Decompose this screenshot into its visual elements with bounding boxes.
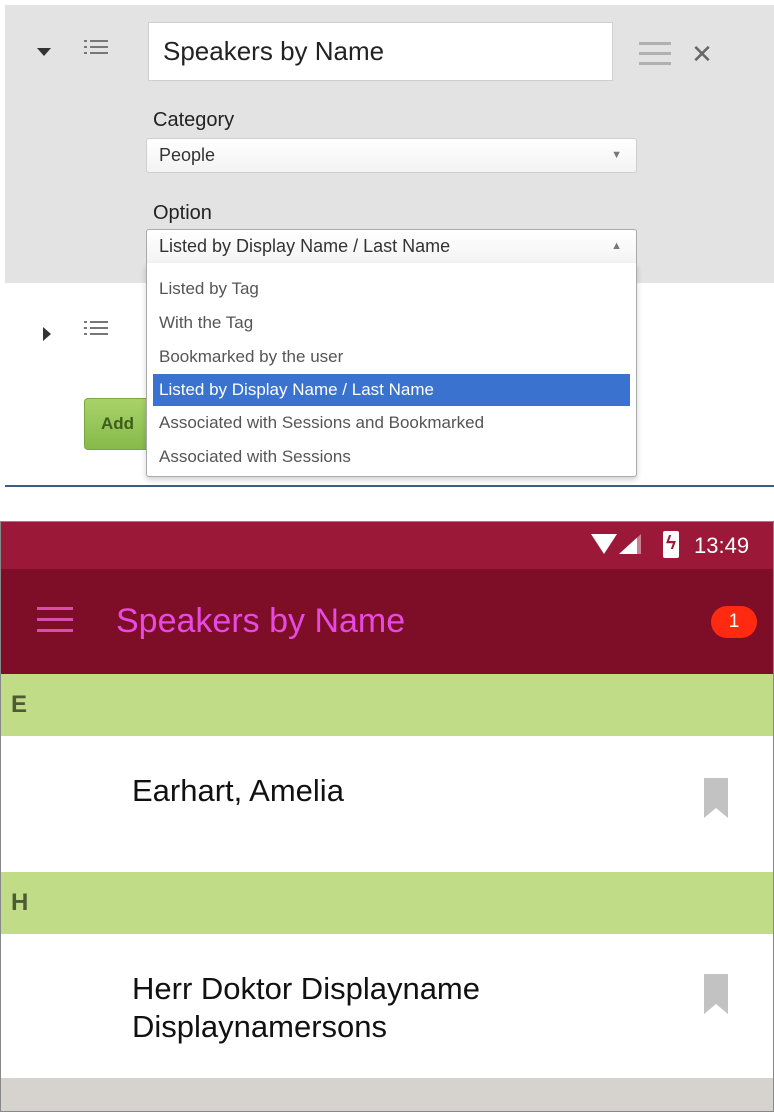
list-footer [1,1078,773,1111]
option-select-value: Listed by Display Name / Last Name [159,236,451,256]
add-button[interactable]: Add [84,398,154,450]
menu-icon[interactable] [37,607,73,633]
dropdown-option[interactable]: Associated with Sessions and Bookmarked [153,407,630,439]
section-header-h: H [1,872,773,934]
status-time: 13:49 [694,533,750,558]
wifi-icon [591,534,617,554]
dropdown-option-selected[interactable]: Listed by Display Name / Last Name [153,374,630,406]
option-label: Option [153,202,212,224]
chevron-down-icon: ▼ [611,149,622,161]
category-select[interactable]: People ▼ [146,138,637,173]
dropdown-option[interactable]: Associated with Sessions [153,441,630,473]
collapse-caret-icon[interactable] [37,48,51,56]
phone-preview: ϟ 13:49 Speakers by Name 1 E Earhart, Am… [0,521,774,1112]
widget-editor-panel: Speakers by Name ✕ Category People ▼ Opt… [5,5,774,486]
list-item[interactable]: Herr Doktor Displayname Displaynamersons [1,934,773,1078]
divider [5,485,774,487]
option-dropdown-list: Listed by Tag With the Tag Bookmarked by… [146,263,637,477]
section-header-e: E [1,674,773,736]
category-label: Category [153,109,235,131]
speaker-name: Herr Doktor Displayname Displaynamersons [132,971,480,1044]
dropdown-option[interactable]: Bookmarked by the user [153,341,630,373]
notification-badge[interactable]: 1 [711,606,757,638]
dropdown-option[interactable]: With the Tag [153,307,630,339]
status-bar: ϟ 13:49 [1,522,773,569]
widget-title-input[interactable]: Speakers by Name [148,22,613,81]
signal-dim-bar [637,534,642,554]
category-select-value: People [159,145,216,165]
list-drag-icon[interactable] [84,40,108,58]
chevron-up-icon: ▲ [611,240,622,252]
battery-charging-icon: ϟ [663,531,679,558]
dropdown-option[interactable]: Listed by Tag [153,273,630,305]
speaker-name: Earhart, Amelia [132,773,344,808]
bookmark-icon[interactable] [704,778,728,818]
bookmark-icon[interactable] [704,974,728,1014]
list-drag-icon-2[interactable] [84,321,108,339]
list-item[interactable]: Earhart, Amelia [1,736,773,872]
expand-caret-icon[interactable] [43,327,51,341]
reorder-handle-icon[interactable] [639,42,671,66]
remove-widget-icon[interactable]: ✕ [689,41,715,67]
app-title: Speakers by Name [116,602,406,640]
app-bar: Speakers by Name 1 [1,569,773,674]
option-select[interactable]: Listed by Display Name / Last Name ▲ [146,229,637,264]
